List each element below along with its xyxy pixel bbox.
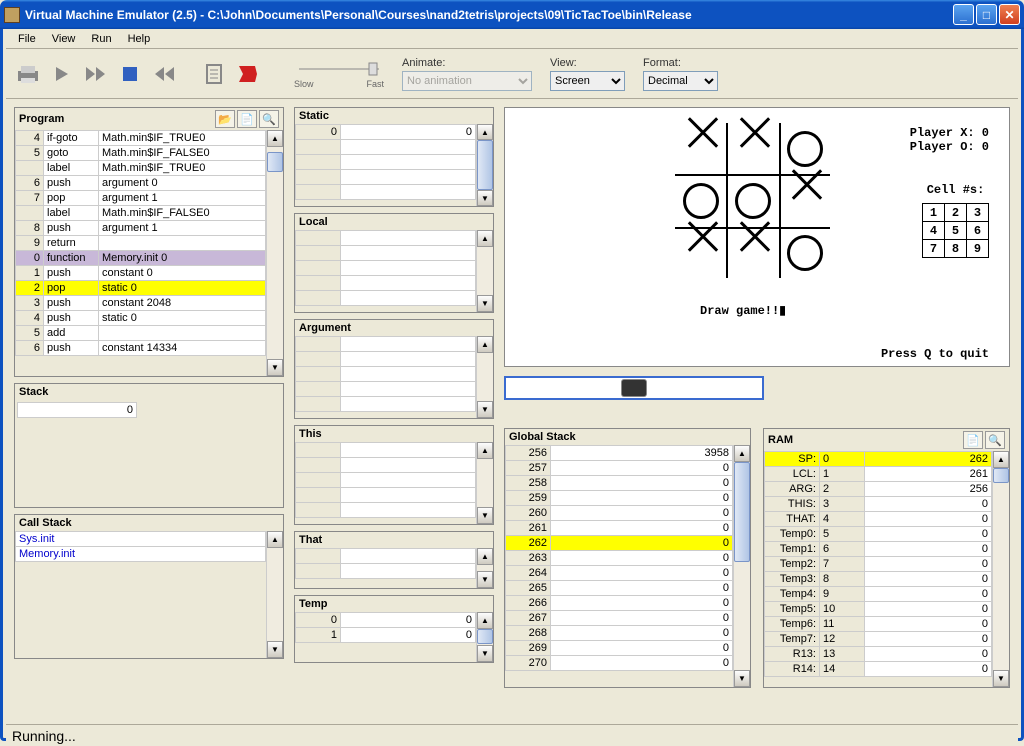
menu-help[interactable]: Help xyxy=(120,31,159,47)
program-panel: Program 📂 📄 🔍 4if-gotoMath.min$IF_TRUE05… xyxy=(14,107,284,377)
local-panel: Local ▲▼ xyxy=(294,213,494,313)
close-button[interactable]: ✕ xyxy=(999,4,1020,25)
callstack-table: Sys.initMemory.init xyxy=(15,531,266,562)
menu-file[interactable]: File xyxy=(10,31,44,47)
status-bar: Running... xyxy=(6,724,1018,746)
script-button[interactable] xyxy=(200,60,228,88)
that-panel: That ▲▼ xyxy=(294,531,494,589)
format-select[interactable]: Decimal xyxy=(643,71,718,91)
view-label: View: xyxy=(550,57,625,69)
menu-bar: File View Run Help xyxy=(6,29,1018,49)
ram-new-button[interactable]: 📄 xyxy=(963,431,983,449)
ram-search-button[interactable]: 🔍 xyxy=(985,431,1005,449)
window-title: Virtual Machine Emulator (2.5) - C:\John… xyxy=(25,8,953,22)
fast-forward-button[interactable] xyxy=(82,60,110,88)
static-panel: Static 00 ▲▼ xyxy=(294,107,494,207)
argument-panel: Argument ▲▼ xyxy=(294,319,494,419)
program-label: Program xyxy=(19,113,64,125)
callstack-panel: Call Stack Sys.initMemory.init ▲▼ xyxy=(14,514,284,659)
stop-button[interactable] xyxy=(116,60,144,88)
scrollbar[interactable]: ▲▼ xyxy=(266,531,283,658)
animate-select[interactable]: No animation xyxy=(402,71,532,91)
program-table: 4if-gotoMath.min$IF_TRUE05gotoMath.min$I… xyxy=(15,130,266,356)
stack-panel: Stack 0 xyxy=(14,383,284,508)
view-select[interactable]: Screen xyxy=(550,71,625,91)
minimize-button[interactable]: _ xyxy=(953,4,974,25)
rewind-button[interactable] xyxy=(150,60,178,88)
keyboard-input[interactable] xyxy=(504,376,764,400)
keyboard-icon xyxy=(622,380,646,396)
search-button[interactable]: 🔍 xyxy=(259,110,279,128)
globalstack-panel: Global Stack 256395825702580259026002610… xyxy=(504,428,751,688)
ram-panel: RAM 📄 🔍 SP:0262LCL:1261ARG:2256THIS:30TH… xyxy=(763,428,1010,688)
screen-display: Player X: 0 Player O: 0 Cell #s: 1234567… xyxy=(504,107,1010,367)
maximize-button[interactable]: □ xyxy=(976,4,997,25)
app-icon xyxy=(4,7,20,23)
animate-label: Animate: xyxy=(402,57,532,69)
stack-table: 0 xyxy=(17,402,137,418)
toolbar: SlowFast Animate: No animation View: Scr… xyxy=(6,49,1018,99)
status-text: Running... xyxy=(12,728,76,744)
menu-view[interactable]: View xyxy=(44,31,84,47)
breakpoint-button[interactable] xyxy=(234,60,262,88)
this-panel: This ▲▼ xyxy=(294,425,494,525)
title-bar: Virtual Machine Emulator (2.5) - C:\John… xyxy=(0,0,1024,29)
print-button[interactable] xyxy=(14,60,42,88)
menu-run[interactable]: Run xyxy=(83,31,119,47)
callstack-label: Call Stack xyxy=(19,517,72,529)
new-file-button[interactable]: 📄 xyxy=(237,110,257,128)
open-folder-button[interactable]: 📂 xyxy=(215,110,235,128)
step-button[interactable] xyxy=(48,60,76,88)
scrollbar[interactable]: ▲▼ xyxy=(266,130,283,376)
speed-slider[interactable]: SlowFast xyxy=(294,59,384,89)
temp-panel: Temp 0010▲▼ xyxy=(294,595,494,663)
format-label: Format: xyxy=(643,57,718,69)
stack-label: Stack xyxy=(19,386,48,398)
